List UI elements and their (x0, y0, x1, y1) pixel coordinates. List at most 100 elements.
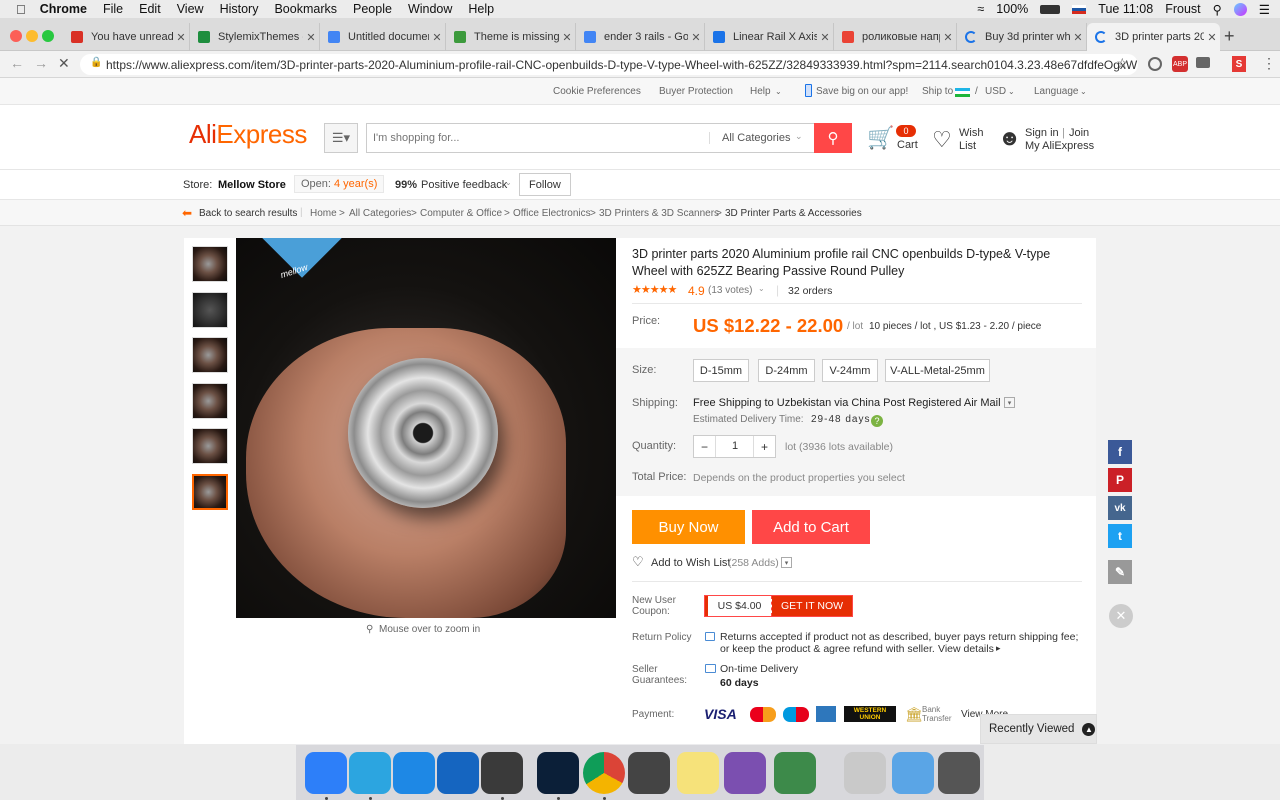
crumb-3d-printers[interactable]: 3D Printers & 3D Scanners (599, 208, 719, 219)
chrome-menu-icon[interactable]: ⋮ (1262, 55, 1276, 72)
thumbnail-1[interactable] (192, 246, 228, 282)
close-tab-icon[interactable]: ✕ (940, 31, 956, 44)
adblock-icon[interactable]: ABP (1172, 56, 1188, 72)
aliexpress-logo[interactable]: AliExpress (189, 119, 307, 150)
clock[interactable]: Tue 11:08 (1098, 2, 1153, 16)
wishlist-heart-icon[interactable]: ♡ (632, 554, 644, 570)
close-tab-icon[interactable]: ✕ (1204, 31, 1220, 44)
shipping-value[interactable]: Free Shipping to Uzbekistan via China Po… (693, 397, 1001, 409)
quantity-increase-button[interactable]: + (753, 436, 775, 457)
mercury-dock-icon[interactable] (437, 752, 479, 794)
app-link[interactable]: Save big on our app! (816, 86, 908, 97)
cart-link[interactable]: Cart (897, 139, 918, 151)
spotlight-icon[interactable]: ⚲ (1213, 2, 1222, 17)
buy-now-button[interactable]: Buy Now (632, 510, 745, 544)
get-coupon-button[interactable]: GET IT NOW (772, 596, 852, 616)
follow-button[interactable]: Follow (519, 173, 571, 196)
pinterest-share-icon[interactable]: P (1108, 468, 1132, 492)
browser-tab[interactable]: 3D printer parts 20 ✕ (1087, 23, 1220, 51)
crumb-computer-office[interactable]: Computer & Office (420, 208, 502, 219)
browser-tab[interactable]: Theme is missing ✕ (446, 23, 576, 51)
codeshot-dock-icon[interactable] (393, 752, 435, 794)
camera-icon[interactable] (1196, 57, 1210, 68)
browser-tab[interactable]: Linear Rail X Axis f ✕ (705, 23, 834, 51)
forward-icon[interactable]: → (34, 55, 48, 71)
apple-icon[interactable]:  (16, 2, 26, 17)
menu-view[interactable]: View (177, 2, 204, 16)
wishlist-link[interactable]: Wish (959, 127, 983, 139)
size-option-d24[interactable]: D-24mm (758, 359, 815, 382)
new-tab-button[interactable]: + (1224, 26, 1235, 47)
back-icon[interactable]: ← (10, 55, 24, 71)
help-icon[interactable]: ? (871, 415, 883, 427)
join-link[interactable]: Join (1069, 127, 1089, 139)
heart-icon[interactable]: ♡ (932, 127, 952, 153)
menu-file[interactable]: File (103, 2, 123, 16)
thumbnail-4[interactable] (192, 383, 228, 419)
quicktime-dock-icon[interactable] (481, 752, 523, 794)
preview-dock-icon[interactable] (844, 752, 886, 794)
vk-share-icon[interactable]: vk (1108, 496, 1132, 520)
cookie-preferences-link[interactable]: Cookie Preferences (553, 86, 641, 97)
menu-edit[interactable]: Edit (139, 2, 161, 16)
menu-people[interactable]: People (353, 2, 392, 16)
final-cut-dock-icon[interactable] (628, 752, 670, 794)
recently-viewed-bar[interactable]: Recently Viewed ▲ (980, 714, 1097, 744)
ship-to-link[interactable]: Ship to (922, 86, 953, 97)
close-sidebar-icon[interactable]: ✕ (1109, 604, 1133, 628)
close-tab-icon[interactable]: ✕ (173, 31, 189, 44)
user-icon[interactable]: ☻ (998, 125, 1021, 151)
crumb-home[interactable]: Home (310, 208, 337, 219)
size-option-d15[interactable]: D-15mm (693, 359, 749, 382)
view-details-link[interactable]: View details (938, 643, 994, 655)
close-window-icon[interactable] (10, 30, 22, 42)
browser-tab[interactable]: You have unread m✕ (63, 23, 190, 51)
chrome-dock-icon[interactable] (583, 752, 625, 794)
add-to-cart-button[interactable]: Add to Cart (752, 510, 870, 544)
notification-center-icon[interactable]: ☰ (1259, 2, 1270, 17)
telegram-dock-icon[interactable] (349, 752, 391, 794)
stop-icon[interactable]: ✕ (58, 55, 70, 72)
product-image[interactable]: mellow (236, 238, 616, 618)
finder-dock-icon[interactable] (305, 752, 347, 794)
close-tab-icon[interactable]: ✕ (688, 31, 704, 44)
browser-tab[interactable]: Buy 3d printer whe ✕ (957, 23, 1087, 51)
menu-app[interactable]: Chrome (40, 2, 87, 16)
votes-link[interactable]: (13 votes) (708, 285, 752, 296)
quantity-decrease-button[interactable]: − (694, 436, 716, 457)
thumbnail-2[interactable] (192, 292, 228, 328)
close-tab-icon[interactable]: ✕ (559, 31, 575, 44)
thumbnail-5[interactable] (192, 428, 228, 464)
signin-link[interactable]: Sign in (1025, 127, 1059, 139)
category-select[interactable]: All Categories (709, 132, 790, 144)
menu-help[interactable]: Help (468, 2, 494, 16)
browser-tab[interactable]: Untitled document ✕ (320, 23, 446, 51)
wifi-icon[interactable]: ≈ (977, 2, 984, 16)
thumbnail-3[interactable] (192, 337, 228, 373)
notes-dock-icon[interactable] (677, 752, 719, 794)
menu-icon[interactable]: ☰▾ (324, 123, 358, 153)
extension-icon[interactable] (1148, 57, 1162, 71)
browser-tab[interactable]: роликовые напра✕ (834, 23, 957, 51)
menu-window[interactable]: Window (408, 2, 452, 16)
browser-tab[interactable]: ender 3 rails - Goo ✕ (576, 23, 705, 51)
quill-dock-icon[interactable] (724, 752, 766, 794)
thumbnail-6[interactable] (192, 474, 228, 510)
photoshop-dock-icon[interactable] (537, 752, 579, 794)
crumb-office-electronics[interactable]: Office Electronics (513, 208, 591, 219)
twitter-share-icon[interactable]: t (1108, 524, 1132, 548)
close-tab-icon[interactable]: ✕ (817, 31, 833, 44)
search-button[interactable]: ⚲ (814, 123, 852, 153)
folder-dock-icon[interactable] (892, 752, 934, 794)
siri-icon[interactable] (1233, 2, 1247, 16)
extension-s-icon[interactable]: S (1232, 56, 1246, 72)
wishlist-link-2[interactable]: List (959, 140, 976, 152)
menu-bookmarks[interactable]: Bookmarks (274, 2, 337, 16)
help-link[interactable]: Help (750, 86, 771, 97)
close-tab-icon[interactable]: ✕ (429, 31, 445, 44)
shipping-dropdown-icon[interactable]: ▾ (1004, 397, 1015, 408)
input-flag-icon[interactable] (1072, 4, 1087, 14)
url-field[interactable]: 🔒 https://www.aliexpress.com/item/3D-pri… (80, 54, 1138, 75)
battery-icon[interactable] (1040, 4, 1061, 14)
close-tab-icon[interactable]: ✕ (303, 31, 319, 44)
